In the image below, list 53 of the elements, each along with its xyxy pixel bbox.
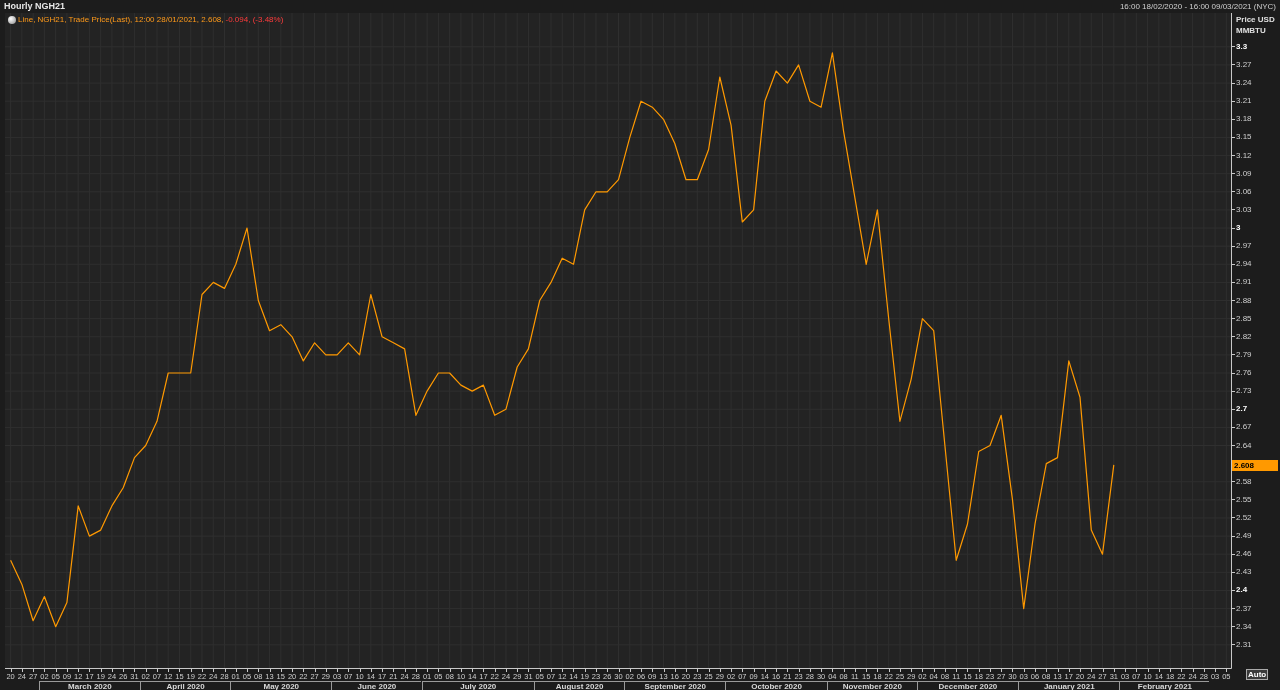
- y-axis-label: 3: [1236, 222, 1241, 235]
- chart-title: Hourly NGH21: [4, 0, 65, 13]
- y-axis-label: 3.24: [1236, 77, 1252, 90]
- auto-button[interactable]: Auto: [1246, 669, 1269, 680]
- y-axis-label: 2.43: [1236, 566, 1252, 579]
- month-label: October 2020: [725, 681, 827, 690]
- y-axis-label: 2.7: [1236, 403, 1248, 416]
- y-axis-label: 2.4: [1236, 584, 1248, 597]
- y-axis-label: 3.15: [1236, 131, 1252, 144]
- month-label: July 2020: [421, 681, 535, 690]
- y-axis-title: Price USD MMBTU: [1236, 14, 1276, 36]
- y-axis-label: 2.73: [1236, 385, 1252, 398]
- y-axis-label: 3.21: [1236, 95, 1252, 108]
- y-axis-label: 2.88: [1236, 294, 1252, 307]
- y-axis-label: 2.97: [1236, 240, 1252, 253]
- y-axis-label: 3.18: [1236, 113, 1252, 126]
- y-axis-label: 2.76: [1236, 367, 1252, 379]
- y-axis-label: 2.79: [1236, 348, 1252, 361]
- month-label: August 2020: [534, 681, 625, 690]
- legend-text: Line, NGH21, Trade Price(Last), 12:00 28/01/2021, 2.608,: [18, 14, 224, 26]
- y-axis-label: 3.06: [1236, 185, 1252, 198]
- y-axis-label: 2.58: [1236, 475, 1252, 488]
- y-axis-label: 2.31: [1236, 638, 1252, 651]
- month-label: April 2020: [140, 681, 231, 690]
- month-label: January 2021: [1018, 681, 1120, 690]
- y-axis-label: 2.55: [1236, 493, 1252, 506]
- y-axis-label: 2.34: [1236, 620, 1252, 633]
- month-label: June 2020: [331, 681, 422, 690]
- month-label: May 2020: [230, 681, 332, 690]
- month-label: December 2020: [916, 681, 1019, 690]
- y-axis-label: 3.27: [1236, 58, 1252, 71]
- y-axis-label: 2.82: [1236, 330, 1252, 343]
- y-axis-label: 2.91: [1236, 276, 1252, 289]
- y-axis-label: 3.09: [1236, 167, 1252, 180]
- y-axis-label: 2.64: [1236, 439, 1252, 452]
- y-axis-label: 2.46: [1236, 548, 1252, 561]
- y-axis-label: 2.94: [1236, 258, 1252, 271]
- y-axis-label: 3.03: [1236, 203, 1252, 216]
- date-range: 16:00 18/02/2020 - 16:00 09/03/2021 (NYC): [1119, 0, 1276, 13]
- y-axis-label: 2.67: [1236, 421, 1252, 434]
- last-price-tag: 2.608: [1232, 459, 1278, 471]
- globe-icon: [8, 16, 16, 24]
- month-label: September 2020: [624, 681, 726, 690]
- y-axis-label: 2.52: [1236, 512, 1252, 524]
- y-axis-label: 2.85: [1236, 312, 1252, 325]
- change-text: -0.094, (-3.48%): [225, 14, 284, 26]
- month-label: March 2020: [38, 681, 141, 690]
- y-axis-label: 2.37: [1236, 602, 1252, 615]
- y-axis-label: 3.12: [1236, 149, 1252, 162]
- y-axis-label: 3.3: [1236, 40, 1248, 53]
- month-label: February 2021: [1119, 681, 1210, 690]
- y-axis-label: 2.49: [1236, 530, 1252, 543]
- month-label: November 2020: [826, 681, 917, 690]
